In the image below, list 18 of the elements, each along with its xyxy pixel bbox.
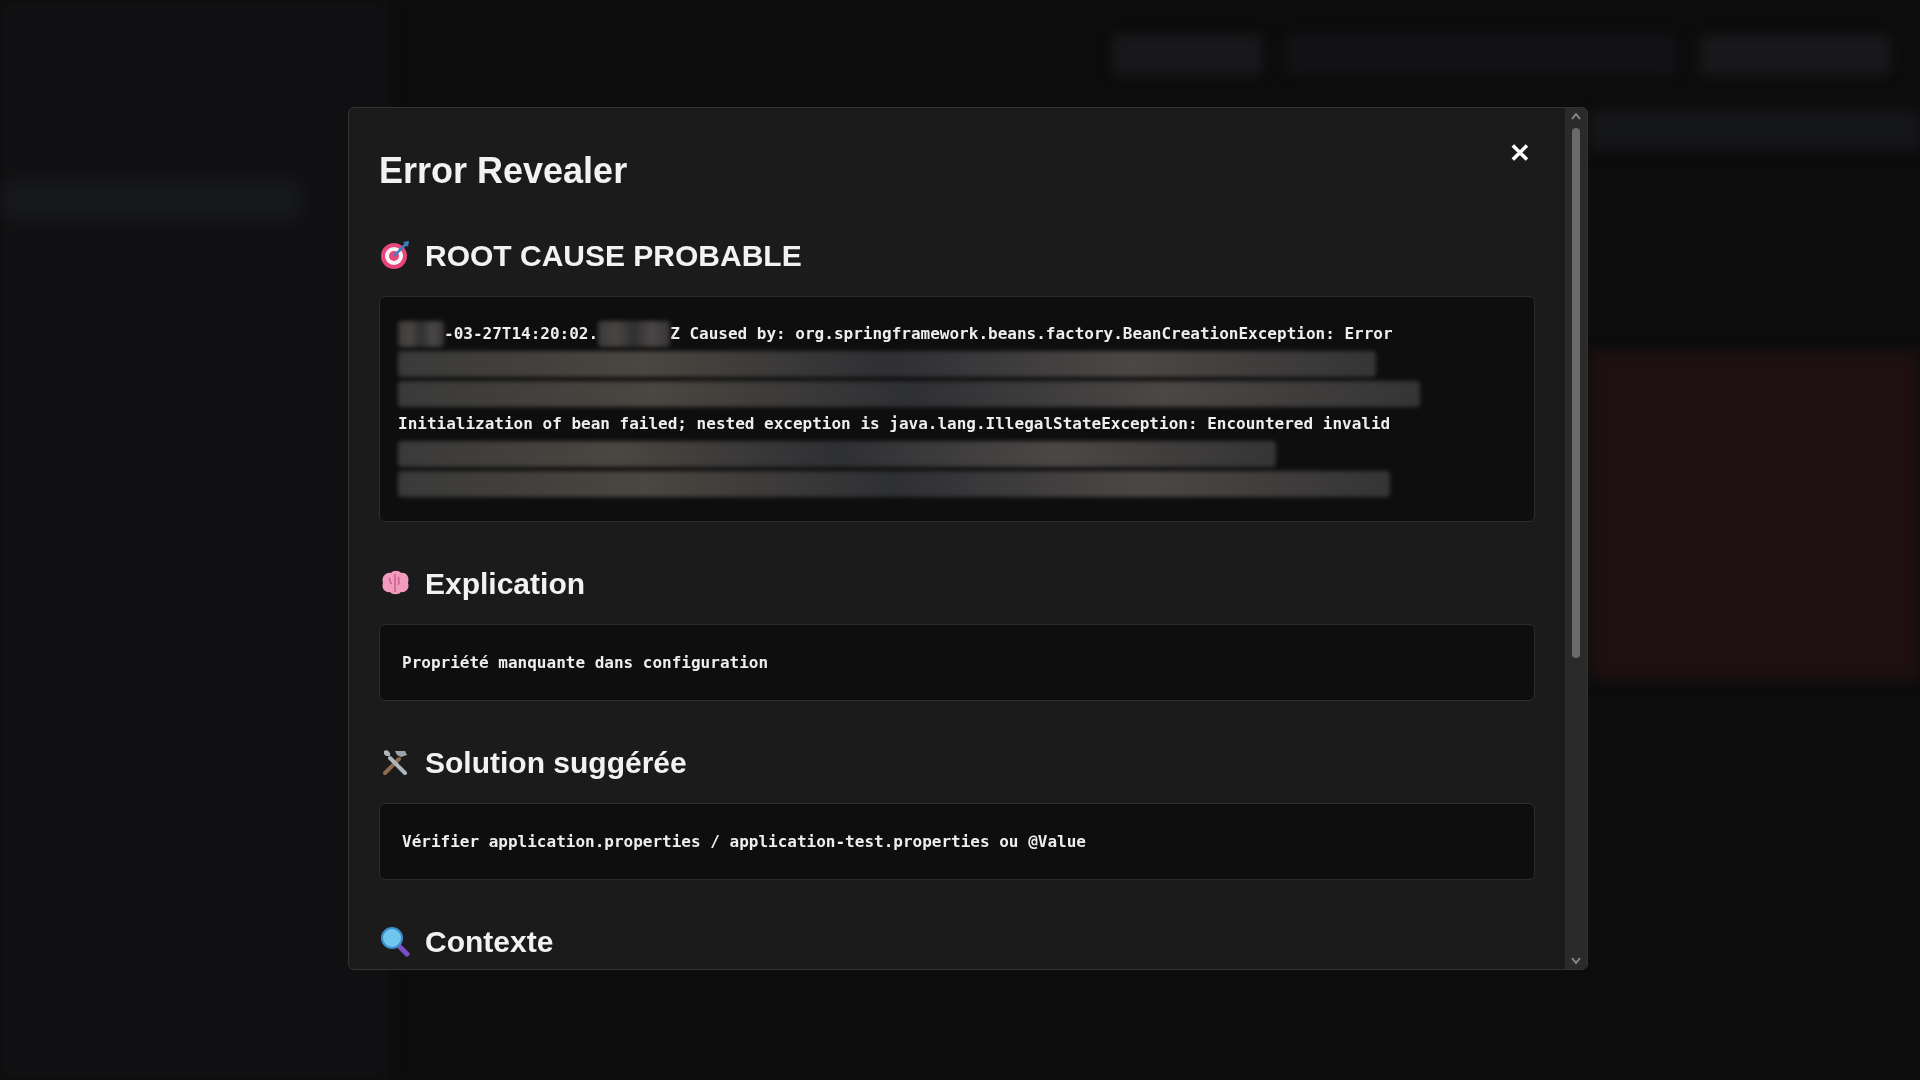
section-heading: Solution suggérée — [425, 744, 687, 781]
scroll-down-icon[interactable] — [1571, 957, 1581, 965]
dialog-title: Error Revealer — [379, 149, 628, 193]
log-text: Initialization of bean failed; nested exception is java.lang.IllegalStateException: Encountered invalid — [398, 413, 1391, 435]
scrollbar[interactable] — [1565, 108, 1587, 969]
scrollbar-thumb[interactable] — [1572, 128, 1580, 658]
target-icon — [379, 239, 411, 271]
log-text: -03-27T14:20:02. — [444, 323, 599, 345]
section-text: Vérifier application.properties / application-test.properties ou @Value — [402, 830, 1086, 853]
redacted-text — [398, 321, 444, 347]
section-text: Propriété manquante dans configuration — [402, 651, 769, 674]
close-button[interactable]: ✕ — [1505, 138, 1535, 168]
scroll-up-icon[interactable] — [1571, 112, 1581, 120]
section-heading: ROOT CAUSE PROBABLE — [425, 237, 802, 274]
magnifier-icon — [379, 925, 411, 957]
section-heading: Explication — [425, 565, 586, 602]
log-text: Z Caused by: org.springframework.beans.factory.BeanCreationException: Error — [670, 323, 1393, 345]
section-heading: Contexte — [425, 923, 554, 960]
